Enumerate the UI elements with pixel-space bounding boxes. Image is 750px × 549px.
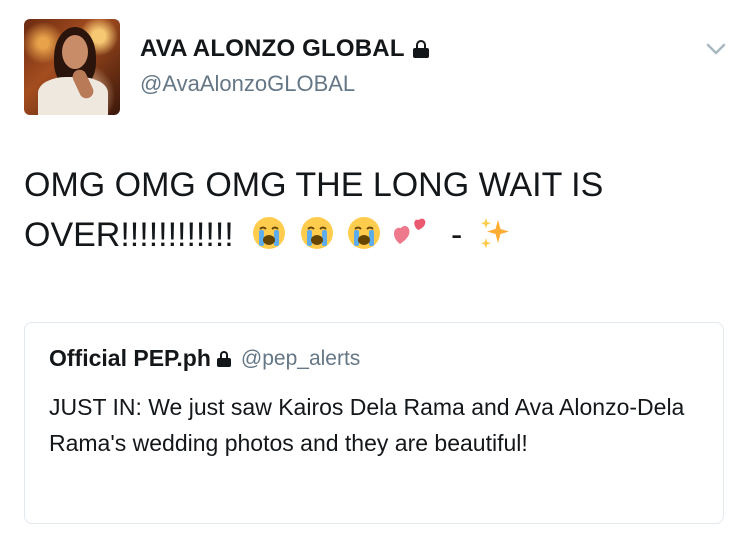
- lock-icon: [412, 40, 429, 58]
- tweet-text-line-1: OMG OMG OMG THE LONG WAIT IS: [24, 166, 604, 204]
- tweet-text-dash: -: [450, 216, 463, 254]
- loudly-crying-face-icon: [253, 217, 286, 250]
- tweet-text-line-2: OVER!!!!!!!!!!!! -: [24, 210, 724, 260]
- tweet-text: OMG OMG OMG THE LONG WAIT IS OVER!!!!!!!…: [24, 160, 724, 260]
- author-name-row[interactable]: AVA ALONZO GLOBAL: [140, 35, 429, 63]
- author-display-name[interactable]: AVA ALONZO GLOBAL: [140, 35, 405, 63]
- loudly-crying-face-icon: [348, 217, 381, 250]
- quoted-tweet-header: Official PEP.ph @pep_alerts: [49, 345, 360, 372]
- avatar[interactable]: [24, 19, 120, 115]
- lock-icon: [216, 350, 231, 367]
- tweet-text-over: OVER!!!!!!!!!!!!: [24, 216, 234, 254]
- avatar-face: [62, 35, 88, 69]
- sparkles-icon: [480, 218, 509, 249]
- chevron-down-icon[interactable]: [706, 42, 726, 56]
- quoted-tweet-card[interactable]: Official PEP.ph @pep_alerts JUST IN: We …: [24, 322, 724, 524]
- quoted-author-name: Official PEP.ph: [49, 345, 211, 371]
- two-hearts-icon: [393, 218, 425, 245]
- author-handle[interactable]: @AvaAlonzoGLOBAL: [140, 71, 355, 97]
- avatar-dress: [38, 77, 108, 115]
- quoted-author-handle: @pep_alerts: [240, 346, 361, 370]
- loudly-crying-face-icon: [300, 217, 333, 250]
- quoted-tweet-text: JUST IN: We just saw Kairos Dela Rama an…: [49, 394, 685, 456]
